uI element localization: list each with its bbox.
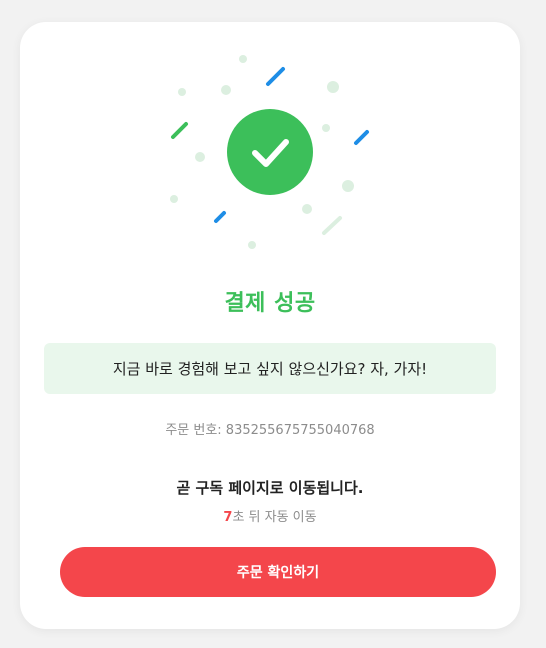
promo-message-box: 지금 바로 경험해 보고 싶지 않으신가요? 자, 가자! (44, 343, 496, 394)
confetti-streak (322, 216, 342, 235)
redirect-notice: 곧 구독 페이지로 이동됩니다. (176, 479, 364, 497)
confetti-dot (342, 180, 354, 192)
confetti-dot (239, 55, 247, 63)
countdown-suffix: 초 뒤 자동 이동 (232, 510, 317, 525)
confetti-dot (248, 241, 256, 249)
confetti-streak (171, 122, 188, 139)
payment-status-title: 결제 성공 (224, 291, 316, 316)
confetti-dot (327, 81, 339, 93)
confetti-streak (266, 67, 285, 86)
confetti-dot (221, 85, 231, 95)
confirm-order-button[interactable]: 주문 확인하기 (60, 547, 496, 597)
check-circle-icon (227, 109, 313, 195)
confetti-dot (302, 204, 312, 214)
promo-message-text: 지금 바로 경험해 보고 싶지 않으신가요? 자, 가자! (112, 360, 428, 378)
confetti-dot (322, 124, 330, 132)
countdown-text: 7초 뒤 자동 이동 (20, 506, 520, 525)
confetti-streak (214, 211, 226, 223)
confetti-streak (354, 130, 369, 145)
confetti-dot (170, 195, 178, 203)
confetti-dot (178, 88, 186, 96)
order-number: 주문 번호: 835255675755040768 (165, 423, 375, 438)
payment-success-card: 결제 성공 지금 바로 경험해 보고 싶지 않으신가요? 자, 가자! 주문 번… (20, 22, 520, 629)
confetti-dot (195, 152, 205, 162)
success-illustration (170, 55, 369, 249)
